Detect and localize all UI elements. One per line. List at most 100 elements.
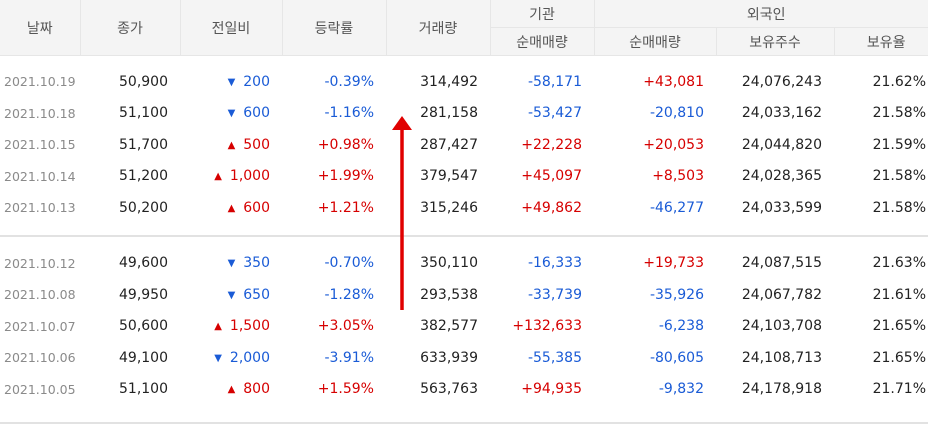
volume-cell: 315,246 xyxy=(420,199,478,216)
institution-net-cell: -58,171 xyxy=(527,73,582,90)
foreign-holdings-cell: 24,033,599 xyxy=(741,199,822,216)
change-value: 600 xyxy=(243,199,270,216)
table-row: 2021.10.08 49,950 ▼ 650 -1.28% 293,538 -33,739… xyxy=(0,279,928,311)
change-cell: ▼ 600 xyxy=(180,98,282,130)
header-foreign-ratio: 보유율 xyxy=(834,27,928,56)
rate-cell: +1.99% xyxy=(317,168,374,185)
foreign-ratio-cell: 21.59% xyxy=(872,136,926,153)
change-value: 500 xyxy=(243,136,270,153)
foreign-net-cell: -6,238 xyxy=(658,318,704,335)
table-bottom-border xyxy=(0,422,928,424)
change-cell: ▼ 650 xyxy=(180,279,282,311)
close-cell: 50,900 xyxy=(119,73,168,90)
foreign-net-cell: -35,926 xyxy=(649,286,704,303)
triangle-up-icon: ▲ xyxy=(227,202,236,214)
header-close: 종가 xyxy=(80,0,181,56)
change-cell: ▲ 800 xyxy=(180,374,282,406)
date-cell: 2021.10.14 xyxy=(4,168,76,184)
institution-net-cell: +45,097 xyxy=(521,168,582,185)
close-cell: 49,950 xyxy=(119,286,168,303)
change-cell: ▼ 200 xyxy=(180,66,282,98)
foreign-holdings-cell: 24,033,162 xyxy=(741,105,822,122)
change-cell: ▲ 500 xyxy=(180,129,282,161)
institution-net-cell: -55,385 xyxy=(527,349,582,366)
rate-cell: -3.91% xyxy=(324,349,374,366)
triangle-down-icon: ▼ xyxy=(214,352,222,364)
triangle-down-icon: ▼ xyxy=(227,76,236,88)
date-cell: 2021.10.08 xyxy=(4,287,76,303)
rate-cell: +0.98% xyxy=(317,136,374,153)
date-cell: 2021.10.13 xyxy=(4,200,76,216)
table-row: 2021.10.13 50,200 ▲ 600 +1.21% 315,246 +49,862… xyxy=(0,192,928,224)
institution-net-cell: -16,333 xyxy=(527,255,582,272)
close-cell: 51,200 xyxy=(119,168,168,185)
foreign-holdings-cell: 24,108,713 xyxy=(741,349,822,366)
institution-net-cell: -53,427 xyxy=(527,105,582,122)
foreign-ratio-cell: 21.58% xyxy=(872,199,926,216)
header-change: 전일비 xyxy=(180,0,283,56)
foreign-ratio-cell: 21.63% xyxy=(872,255,926,272)
investor-trading-table: 날짜 종가 전일비 등락률 거래량 기관 외국인 순매매량 순매매량 보유주수 … xyxy=(0,0,928,405)
table-row: 2021.10.19 50,900 ▼ 200 -0.39% 314,492 -58,171… xyxy=(0,66,928,98)
foreign-ratio-cell: 21.71% xyxy=(872,381,926,398)
foreign-net-cell: -9,832 xyxy=(658,381,704,398)
change-cell: ▲ 1,000 xyxy=(180,161,282,193)
triangle-down-icon: ▼ xyxy=(227,289,236,301)
rate-cell: +1.59% xyxy=(317,381,374,398)
triangle-up-icon: ▲ xyxy=(227,139,236,151)
date-cell: 2021.10.12 xyxy=(4,255,76,271)
date-cell: 2021.10.19 xyxy=(4,74,76,90)
volume-cell: 379,547 xyxy=(420,168,478,185)
change-value: 800 xyxy=(243,381,270,398)
foreign-ratio-cell: 21.62% xyxy=(872,73,926,90)
volume-cell: 382,577 xyxy=(420,318,478,335)
foreign-net-cell: -46,277 xyxy=(649,199,704,216)
header-volume: 거래량 xyxy=(386,0,491,56)
change-cell: ▼ 350 xyxy=(180,248,282,280)
foreign-net-cell: +8,503 xyxy=(652,168,704,185)
foreign-holdings-cell: 24,087,515 xyxy=(741,255,822,272)
institution-net-cell: +49,862 xyxy=(521,199,582,216)
volume-cell: 281,158 xyxy=(420,105,478,122)
close-cell: 49,600 xyxy=(119,255,168,272)
foreign-ratio-cell: 21.58% xyxy=(872,168,926,185)
header-institution-net: 순매매량 xyxy=(490,27,595,56)
triangle-up-icon: ▲ xyxy=(214,171,222,183)
volume-cell: 350,110 xyxy=(420,255,478,272)
foreign-holdings-cell: 24,044,820 xyxy=(741,136,822,153)
date-cell: 2021.10.07 xyxy=(4,318,76,334)
table-row: 2021.10.12 49,600 ▼ 350 -0.70% 350,110 -16,333… xyxy=(0,248,928,280)
foreign-ratio-cell: 21.58% xyxy=(872,105,926,122)
change-value: 200 xyxy=(243,73,270,90)
table-header: 날짜 종가 전일비 등락률 거래량 기관 외국인 순매매량 순매매량 보유주수 … xyxy=(0,0,928,56)
table-body: 2021.10.19 50,900 ▼ 200 -0.39% 314,492 -58,171… xyxy=(0,56,928,406)
volume-cell: 563,763 xyxy=(420,381,478,398)
change-cell: ▲ 600 xyxy=(180,192,282,224)
change-value: 600 xyxy=(243,105,270,122)
table-row: 2021.10.15 51,700 ▲ 500 +0.98% 287,427 +22,228… xyxy=(0,129,928,161)
row-spacer xyxy=(0,237,928,248)
rate-cell: -0.39% xyxy=(324,73,374,90)
foreign-net-cell: +20,053 xyxy=(643,136,704,153)
row-spacer xyxy=(0,56,928,67)
institution-net-cell: +94,935 xyxy=(521,381,582,398)
triangle-up-icon: ▲ xyxy=(227,384,236,396)
volume-cell: 314,492 xyxy=(420,73,478,90)
rate-cell: +1.21% xyxy=(317,199,374,216)
date-cell: 2021.10.18 xyxy=(4,105,76,121)
rate-cell: -1.16% xyxy=(324,105,374,122)
date-cell: 2021.10.15 xyxy=(4,137,76,153)
institution-net-cell: +132,633 xyxy=(512,318,582,335)
foreign-holdings-cell: 24,103,708 xyxy=(741,318,822,335)
close-cell: 51,100 xyxy=(119,381,168,398)
change-value: 2,000 xyxy=(229,349,270,366)
table-row: 2021.10.18 51,100 ▼ 600 -1.16% 281,158 -53,427… xyxy=(0,98,928,130)
change-value: 350 xyxy=(243,255,270,272)
change-cell: ▲ 1,500 xyxy=(180,311,282,343)
foreign-ratio-cell: 21.61% xyxy=(872,286,926,303)
foreign-ratio-cell: 21.65% xyxy=(872,318,926,335)
close-cell: 49,100 xyxy=(119,349,168,366)
date-cell: 2021.10.05 xyxy=(4,381,76,397)
volume-cell: 293,538 xyxy=(420,286,478,303)
change-value: 1,500 xyxy=(229,318,270,335)
